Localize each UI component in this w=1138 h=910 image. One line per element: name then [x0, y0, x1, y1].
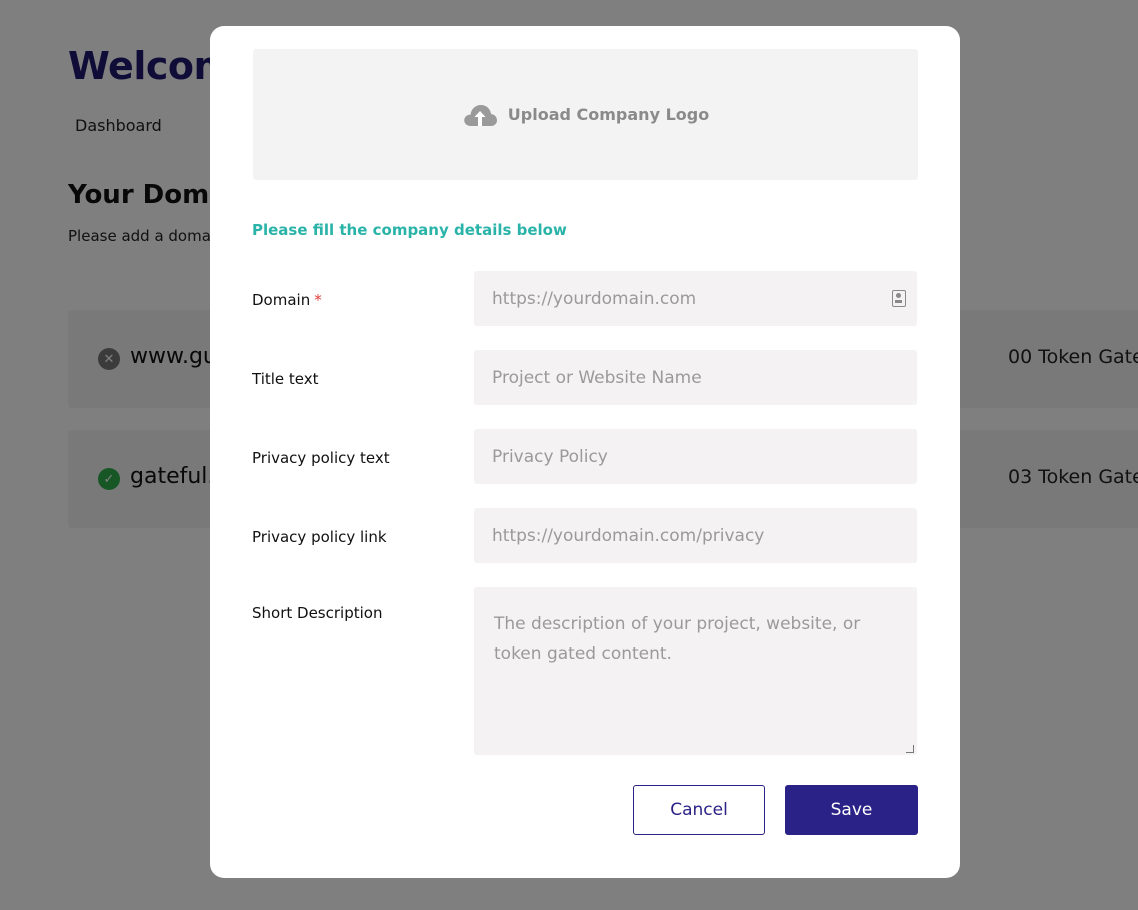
short-description-label: Short Description	[252, 604, 383, 622]
contact-card-icon[interactable]	[892, 290, 906, 307]
privacy-link-input[interactable]	[474, 508, 917, 563]
domain-label: Domain *	[252, 291, 322, 309]
title-text-input[interactable]	[474, 350, 917, 405]
upload-logo-label: Upload Company Logo	[507, 105, 710, 124]
short-description-textarea[interactable]	[474, 587, 917, 755]
privacy-text-input[interactable]	[474, 429, 917, 484]
save-button[interactable]: Save	[785, 785, 918, 835]
upload-logo-dropzone[interactable]: Upload Company Logo	[253, 49, 918, 180]
privacy-link-label: Privacy policy link	[252, 528, 387, 546]
required-mark: *	[314, 291, 322, 309]
privacy-text-label: Privacy policy text	[252, 449, 390, 467]
domain-input[interactable]	[474, 271, 917, 326]
title-text-label: Title text	[252, 370, 319, 388]
cancel-button[interactable]: Cancel	[633, 785, 765, 835]
resize-handle-icon[interactable]	[906, 745, 914, 753]
company-details-modal: Upload Company Logo Please fill the comp…	[210, 26, 960, 878]
section-heading: Please fill the company details below	[252, 221, 567, 239]
cloud-upload-icon	[464, 104, 497, 126]
